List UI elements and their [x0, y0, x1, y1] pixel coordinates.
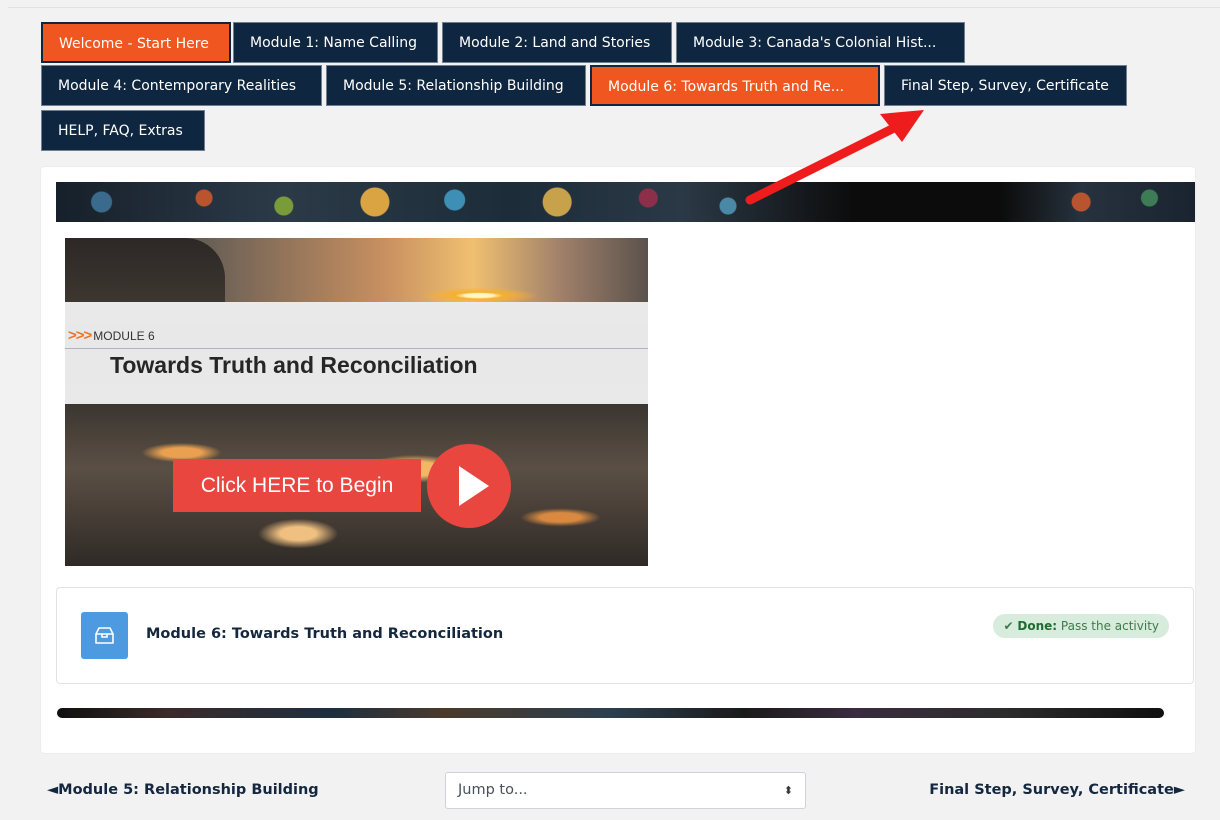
title-rule: [65, 348, 648, 349]
chevrons-icon: >>>: [68, 327, 92, 344]
next-module-link[interactable]: Final Step, Survey, Certificate►: [929, 782, 1185, 798]
activity-link[interactable]: Module 6: Towards Truth and Reconciliati…: [146, 626, 503, 642]
tab-final-step[interactable]: Final Step, Survey, Certificate: [884, 65, 1127, 106]
prev-module-link[interactable]: ◄Module 5: Relationship Building: [47, 782, 319, 798]
hero-title: Towards Truth and Reconciliation: [110, 352, 478, 378]
jump-to-select[interactable]: Jump to... ⬍: [445, 772, 806, 809]
box-icon-glyph: [95, 627, 114, 644]
box-icon[interactable]: [81, 612, 128, 659]
decorative-banner: [56, 182, 1195, 222]
tab-module-1[interactable]: Module 1: Name Calling: [233, 22, 438, 63]
activity-row: Module 6: Towards Truth and Reconciliati…: [56, 587, 1194, 684]
module-number-label: >>> MODULE 6: [68, 327, 155, 344]
play-icon: [459, 466, 489, 506]
tree-silhouette: [65, 238, 225, 302]
tab-module-4[interactable]: Module 4: Contemporary Realities: [41, 65, 322, 106]
select-arrows-icon: ⬍: [783, 784, 793, 797]
completion-text: Pass the activity: [1060, 619, 1159, 633]
check-icon: ✔: [1003, 619, 1014, 633]
play-button[interactable]: [427, 444, 511, 528]
tab-module-2[interactable]: Module 2: Land and Stories: [442, 22, 672, 63]
jump-to-placeholder: Jump to...: [458, 782, 528, 798]
arrow-head: [880, 110, 924, 142]
module-video-thumbnail[interactable]: >>> MODULE 6 Towards Truth and Reconcilia…: [65, 238, 648, 566]
tab-module-5[interactable]: Module 5: Relationship Building: [326, 65, 586, 106]
begin-button[interactable]: Click HERE to Begin: [173, 459, 421, 512]
decorative-divider: [57, 708, 1164, 718]
completion-badge: ✔ Done: Pass the activity: [993, 614, 1169, 638]
tab-help[interactable]: HELP, FAQ, Extras: [41, 110, 205, 151]
top-divider: [8, 7, 1220, 8]
tab-welcome[interactable]: Welcome - Start Here: [41, 22, 231, 63]
completion-label: Done:: [1017, 619, 1058, 633]
tab-module-3[interactable]: Module 3: Canada's Colonial Hist...: [676, 22, 965, 63]
tab-module-6[interactable]: Module 6: Towards Truth and Re...: [590, 65, 880, 106]
module-number-text: MODULE 6: [93, 329, 155, 343]
